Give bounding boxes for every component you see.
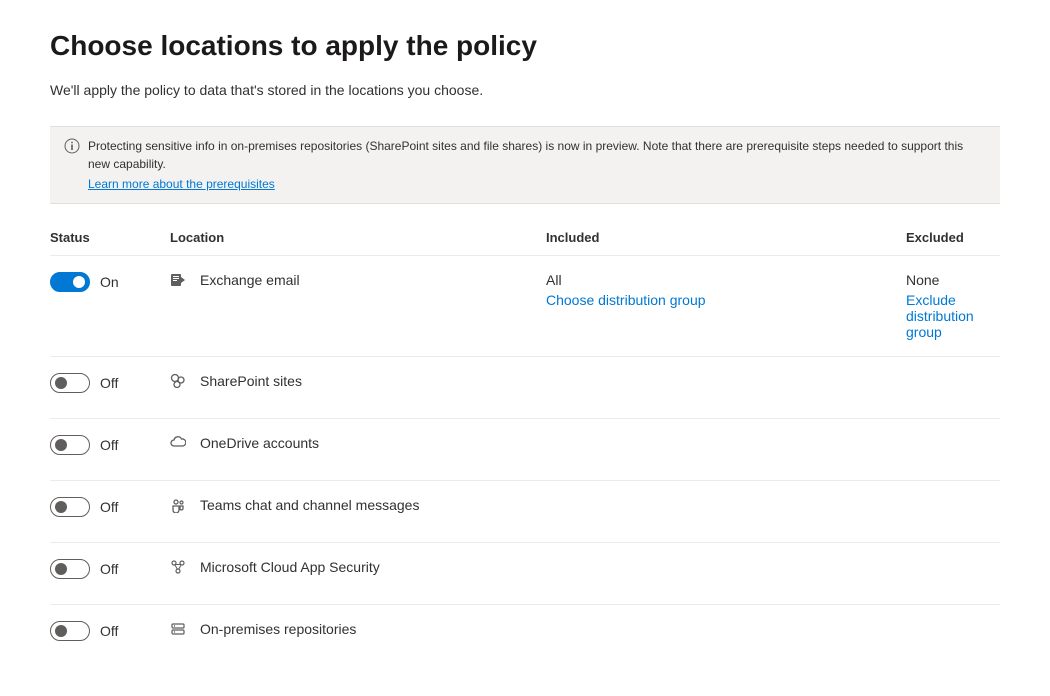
toggle-label: Off [100, 499, 118, 515]
table-row: Off Teams chat and channel messages [50, 480, 1000, 542]
header-location: Location [170, 230, 546, 245]
exchange-icon [170, 272, 186, 288]
table-row: Off On-premises repositories [50, 604, 1000, 666]
location-name: On-premises repositories [200, 621, 356, 637]
onedrive-icon [170, 435, 186, 451]
location-name: OneDrive accounts [200, 435, 319, 451]
included-action-link[interactable]: Choose distribution group [546, 292, 706, 308]
location-name: SharePoint sites [200, 373, 302, 389]
status-toggle[interactable] [50, 621, 90, 641]
header-included: Included [546, 230, 906, 245]
toggle-label: Off [100, 623, 118, 639]
included-value: All [546, 272, 906, 288]
table-header: Status Location Included Excluded [50, 222, 1000, 255]
sharepoint-icon [170, 373, 186, 389]
toggle-label: Off [100, 375, 118, 391]
location-name: Teams chat and channel messages [200, 497, 419, 513]
excluded-action-link[interactable]: Exclude distribution group [906, 292, 1000, 340]
header-status: Status [50, 230, 170, 245]
info-link[interactable]: Learn more about the prerequisites [88, 175, 275, 193]
status-toggle[interactable] [50, 559, 90, 579]
info-text: Protecting sensitive info in on-premises… [88, 139, 963, 171]
table-row: Off SharePoint sites [50, 356, 1000, 418]
toggle-label: On [100, 274, 119, 290]
locations-table: Status Location Included Excluded On Exch… [50, 222, 1000, 666]
status-toggle[interactable] [50, 272, 90, 292]
page-subtitle: We'll apply the policy to data that's st… [50, 82, 1000, 98]
page-title: Choose locations to apply the policy [50, 30, 1000, 62]
status-toggle[interactable] [50, 497, 90, 517]
location-name: Microsoft Cloud App Security [200, 559, 380, 575]
table-row: On Exchange email All Choose distribution g… [50, 255, 1000, 356]
toggle-label: Off [100, 561, 118, 577]
info-icon [64, 138, 80, 154]
table-row: Off Microsoft Cloud App Security [50, 542, 1000, 604]
onprem-icon [170, 621, 186, 637]
status-toggle[interactable] [50, 373, 90, 393]
status-toggle[interactable] [50, 435, 90, 455]
location-name: Exchange email [200, 272, 300, 288]
teams-icon [170, 497, 186, 513]
info-bar: Protecting sensitive info in on-premises… [50, 126, 1000, 204]
header-excluded: Excluded [906, 230, 1000, 245]
mcas-icon [170, 559, 186, 575]
excluded-value: None [906, 272, 1000, 288]
toggle-label: Off [100, 437, 118, 453]
table-row: Off OneDrive accounts [50, 418, 1000, 480]
